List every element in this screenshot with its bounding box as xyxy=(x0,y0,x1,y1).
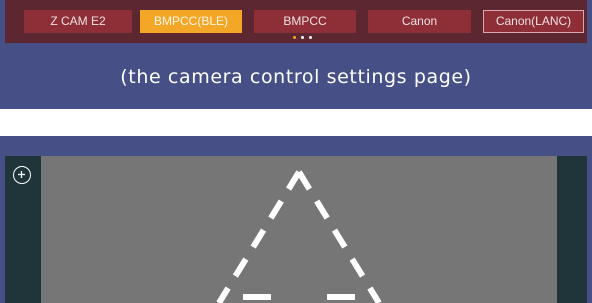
camera-type-bar: Z CAM E2 BMPCC(BLE) BMPCC Canon Canon(LA… xyxy=(5,0,587,43)
page-dot xyxy=(293,36,296,39)
page-indicator xyxy=(291,36,319,40)
add-button[interactable] xyxy=(13,166,31,184)
page-dot xyxy=(309,36,312,39)
camera-button-bmpcc[interactable]: BMPCC xyxy=(254,10,356,33)
page-dot xyxy=(301,36,304,39)
page-caption: (the camera control settings page) xyxy=(120,66,472,88)
camera-button-bmpcc-ble[interactable]: BMPCC(BLE) xyxy=(140,10,242,33)
camera-button-canon-lanc[interactable]: Canon(LANC) xyxy=(483,10,584,33)
camera-button-canon[interactable]: Canon xyxy=(368,10,471,33)
dashed-triangle-icon xyxy=(216,170,382,303)
camera-button-zcam-e2[interactable]: Z CAM E2 xyxy=(24,10,132,33)
plus-circle-icon xyxy=(18,171,25,178)
